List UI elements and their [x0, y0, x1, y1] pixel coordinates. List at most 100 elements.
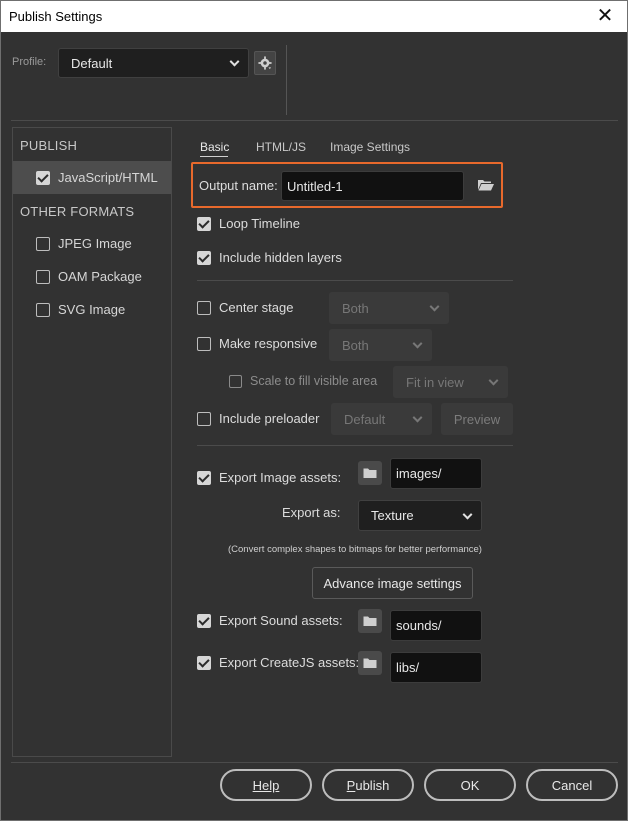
export-sound-option[interactable]: Export Sound assets:	[197, 613, 343, 628]
format-item-javascript-html[interactable]: JavaScript/HTML	[13, 161, 171, 194]
include-hidden-option[interactable]: Include hidden layers	[197, 250, 342, 265]
format-item-jpeg[interactable]: JPEG Image	[13, 227, 171, 260]
other-formats-heading: OTHER FORMATS	[20, 204, 135, 219]
export-createjs-path: libs/	[396, 660, 420, 675]
chevron-down-icon	[429, 301, 440, 312]
cancel-button-label: Cancel	[551, 777, 593, 793]
format-item-svg[interactable]: SVG Image	[13, 293, 171, 326]
publish-button[interactable]: Publish	[322, 769, 414, 801]
export-as-value: Texture	[371, 508, 414, 523]
output-name-value: Untitled-1	[287, 178, 343, 194]
loop-timeline-label: Loop Timeline	[219, 216, 300, 231]
make-responsive-option[interactable]: Make responsive	[197, 336, 317, 351]
title-bar: Publish Settings ✕	[1, 1, 627, 32]
format-item-label: OAM Package	[58, 269, 142, 284]
export-createjs-browse-button[interactable]	[358, 651, 382, 675]
format-item-label: JPEG Image	[58, 236, 132, 251]
publish-button-label: Publish	[346, 777, 390, 793]
make-responsive-checkbox[interactable]	[197, 336, 211, 351]
active-tab-indicator	[200, 156, 228, 157]
folder-icon	[363, 468, 377, 478]
export-image-path-input[interactable]: images/	[390, 458, 482, 489]
export-image-checkbox[interactable]	[197, 470, 211, 485]
folder-icon	[363, 658, 377, 668]
advance-image-settings-button[interactable]: Advance image settings	[312, 567, 473, 599]
export-sound-path-input[interactable]: sounds/	[390, 610, 482, 641]
output-name-input[interactable]: Untitled-1	[281, 171, 464, 201]
loop-timeline-checkbox[interactable]	[197, 216, 211, 231]
export-createjs-checkbox[interactable]	[197, 655, 211, 670]
export-sound-browse-button[interactable]	[358, 609, 382, 633]
profile-value: Default	[71, 55, 113, 71]
chevron-down-icon	[412, 338, 423, 349]
export-sound-path: sounds/	[396, 618, 442, 633]
export-image-option[interactable]: Export Image assets:	[197, 470, 341, 485]
make-responsive-label: Make responsive	[219, 336, 318, 351]
profile-dropdown[interactable]: Default	[58, 48, 249, 78]
center-stage-checkbox[interactable]	[197, 300, 211, 315]
preview-button[interactable]: Preview	[441, 403, 513, 435]
javascript-html-checkbox[interactable]	[36, 170, 50, 185]
export-sound-label: Export Sound assets:	[219, 613, 343, 628]
close-icon[interactable]: ✕	[583, 1, 627, 32]
export-createjs-path-input[interactable]: libs/	[390, 652, 482, 683]
center-stage-label: Center stage	[219, 300, 294, 315]
browse-folder-button[interactable]	[477, 178, 495, 192]
oam-checkbox[interactable]	[36, 269, 50, 284]
folder-open-icon	[478, 180, 494, 191]
footer-divider	[11, 762, 618, 763]
center-stage-value: Both	[342, 300, 369, 316]
export-as-dropdown[interactable]: Texture	[358, 500, 482, 531]
ok-button-label: OK	[460, 777, 480, 793]
scale-fill-label: Scale to fill visible area	[250, 374, 378, 388]
profile-separator	[286, 45, 287, 115]
format-item-oam[interactable]: OAM Package	[13, 260, 171, 293]
export-image-path: images/	[396, 466, 442, 481]
format-item-label: JavaScript/HTML	[58, 170, 158, 185]
publish-settings-dialog: Publish Settings ✕ Profile: Default PUBL…	[0, 0, 628, 821]
preloader-dropdown[interactable]: Default	[331, 403, 432, 435]
make-responsive-value: Both	[342, 337, 369, 353]
format-panel: PUBLISH JavaScript/HTML OTHER FORMATS JP…	[12, 127, 172, 757]
jpeg-checkbox[interactable]	[36, 236, 50, 251]
svg-checkbox[interactable]	[36, 302, 50, 317]
preview-button-label: Preview	[453, 411, 501, 427]
scale-fill-option[interactable]: Scale to fill visible area	[229, 374, 377, 388]
include-preloader-label: Include preloader	[219, 411, 320, 426]
include-preloader-checkbox[interactable]	[197, 411, 211, 426]
export-image-label: Export Image assets:	[219, 470, 342, 485]
tab-basic[interactable]: Basic	[200, 140, 229, 154]
export-sound-checkbox[interactable]	[197, 613, 211, 628]
center-stage-dropdown[interactable]: Both	[329, 292, 449, 324]
preloader-value: Default	[344, 411, 386, 427]
make-responsive-dropdown[interactable]: Both	[329, 329, 432, 361]
ok-button[interactable]: OK	[424, 769, 516, 801]
export-createjs-label: Export CreateJS assets:	[219, 655, 360, 670]
center-stage-option[interactable]: Center stage	[197, 300, 293, 315]
export-createjs-option[interactable]: Export CreateJS assets:	[197, 655, 359, 670]
performance-note: (Convert complex shapes to bitmaps for b…	[228, 544, 482, 555]
include-preloader-option[interactable]: Include preloader	[197, 411, 319, 426]
chevron-down-icon	[462, 509, 473, 520]
chevron-down-icon	[488, 375, 499, 386]
export-image-browse-button[interactable]	[358, 461, 382, 485]
section-divider	[197, 445, 513, 446]
top-divider	[11, 120, 618, 121]
window-title: Publish Settings	[9, 9, 103, 24]
include-hidden-label: Include hidden layers	[219, 250, 342, 265]
profile-options-button[interactable]	[254, 51, 276, 75]
help-button-label: Help	[252, 777, 280, 793]
profile-label: Profile:	[12, 56, 47, 68]
scale-fill-dropdown[interactable]: Fit in view	[393, 366, 508, 398]
help-button[interactable]: Help	[220, 769, 312, 801]
include-hidden-checkbox[interactable]	[197, 250, 211, 265]
loop-timeline-option[interactable]: Loop Timeline	[197, 216, 300, 231]
tab-image-settings[interactable]: Image Settings	[330, 140, 410, 154]
advance-image-settings-label: Advance image settings	[323, 575, 462, 591]
cancel-button[interactable]: Cancel	[526, 769, 618, 801]
scale-fill-checkbox[interactable]	[229, 374, 242, 388]
folder-icon	[363, 616, 377, 626]
tab-html-js[interactable]: HTML/JS	[256, 140, 306, 154]
section-divider	[197, 280, 513, 281]
chevron-down-icon	[412, 412, 423, 423]
